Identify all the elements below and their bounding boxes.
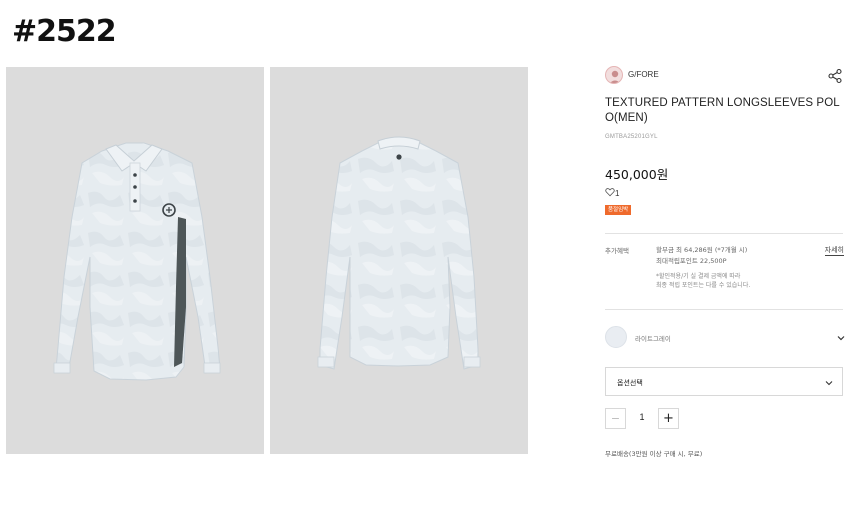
points-text: 최대적립포인트 22,500P — [656, 257, 727, 265]
shirt-back-illustration — [317, 136, 481, 370]
share-button[interactable] — [827, 68, 843, 84]
status-badge: 품절임박 — [605, 205, 632, 215]
benefit-note: *할인적용/기 실 결제 금액에 따라 최종 적립 포인트는 다를 수 있습니다… — [656, 272, 750, 290]
color-option[interactable]: 라이트그레이 — [605, 326, 845, 350]
like-button[interactable]: 1 — [605, 187, 619, 199]
quantity-decrease-button[interactable]: − — [605, 408, 626, 429]
shipping-info: 무료배송(3만원 이상 구매 시, 무료) — [605, 450, 703, 458]
note-line: *할인적용/기 실 결제 금액에 따라 — [656, 273, 741, 280]
person-icon — [609, 70, 621, 83]
quantity-value[interactable]: 1 — [626, 412, 658, 422]
like-count: 1 — [615, 189, 620, 198]
divider — [605, 233, 843, 234]
tag-number: #2522 — [12, 14, 117, 49]
installment-text: 할부금 최 64,286원 (*7개월 시) — [656, 246, 748, 254]
heart-icon — [605, 188, 615, 197]
chevron-down-icon — [837, 336, 845, 341]
color-swatch — [605, 326, 627, 348]
quantity-increase-button[interactable]: + — [658, 408, 679, 429]
note-line: 최종 적립 포인트는 다를 수 있습니다. — [656, 282, 751, 289]
product-image-front[interactable] — [6, 67, 264, 454]
shirt-front-illustration — [53, 142, 221, 381]
quantity-stepper: − 1 + — [605, 408, 680, 430]
product-image-back[interactable] — [270, 67, 528, 454]
option-select-label: 옵션선택 — [617, 379, 643, 387]
option-select[interactable]: 옵션선택 — [605, 367, 843, 396]
product-code: GMTBA25201GYL — [605, 134, 658, 140]
share-icon — [828, 68, 842, 84]
product-price: 450,000원 — [605, 167, 669, 182]
benefit-label: 추가혜택 — [605, 247, 629, 255]
brand-avatar[interactable] — [605, 66, 623, 84]
brand-row: G/FORE — [605, 66, 843, 86]
color-name: 라이트그레이 — [635, 335, 671, 343]
chevron-down-icon — [825, 381, 833, 386]
detail-link[interactable]: 자세히 — [824, 245, 844, 256]
brand-name[interactable]: G/FORE — [628, 70, 659, 79]
product-title: TEXTURED PATTERN LONGSLEEVES POLO(MEN) — [605, 97, 840, 124]
benefit-details: 할부금 최 64,286원 (*7개월 시) 최대적립포인트 22,500P — [656, 245, 747, 267]
divider — [605, 309, 843, 310]
